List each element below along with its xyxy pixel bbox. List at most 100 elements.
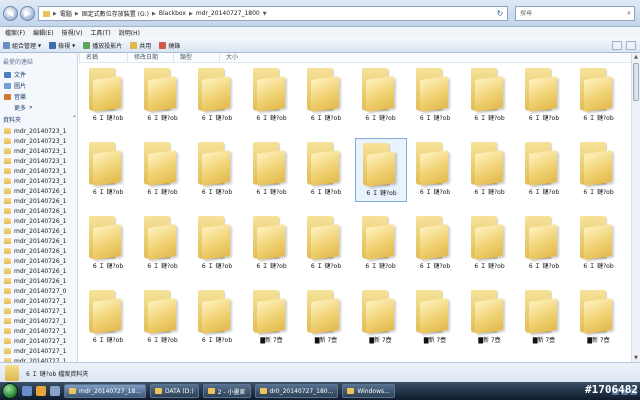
- breadcrumb-drive[interactable]: 固定式數位存放裝置 (G:): [82, 9, 149, 18]
- folder-tile[interactable]: ▇新 7壺: [246, 286, 298, 350]
- tree-item[interactable]: mdr_20140726_1: [4, 276, 66, 286]
- folder-tile[interactable]: ▇新 7壺: [518, 286, 570, 350]
- folder-tile[interactable]: 6 Ｉ 鏈?ob: [464, 138, 516, 202]
- vertical-scrollbar[interactable]: ▲ ▼: [631, 53, 640, 362]
- tree-item[interactable]: mdr_20140727_1: [4, 346, 66, 356]
- folder-tile[interactable]: 6 Ｉ 鏈?ob: [464, 64, 516, 128]
- quicklaunch-browser-icon[interactable]: [36, 386, 46, 396]
- favorite-music[interactable]: 音樂: [4, 92, 26, 101]
- folder-tile[interactable]: 6 Ｉ 鏈?ob: [300, 138, 352, 202]
- tree-item[interactable]: mdr_20140727_1: [4, 326, 66, 336]
- folder-tile[interactable]: 6 Ｉ 鏈?ob: [573, 64, 625, 128]
- folder-tile[interactable]: 6 Ｉ 鏈?ob: [355, 64, 407, 128]
- search-box[interactable]: ⌕: [515, 6, 635, 21]
- folder-tile[interactable]: 6 Ｉ 鏈?ob: [573, 212, 625, 276]
- tree-item[interactable]: mdr_20140726_1: [4, 196, 66, 206]
- folder-tile[interactable]: ▇新 7壺: [355, 286, 407, 350]
- scroll-up-arrow[interactable]: ▲: [632, 53, 640, 61]
- column-type[interactable]: 類型: [173, 52, 219, 63]
- taskbar-button[interactable]: DATA (D:): [150, 384, 199, 398]
- chevron-down-icon[interactable]: ▼: [263, 11, 267, 17]
- tree-item[interactable]: mdr_20140727_1: [4, 306, 66, 316]
- taskbar-button[interactable]: mdr_20140727_18...: [64, 384, 147, 398]
- tree-item[interactable]: mdr_20140727_1: [4, 336, 66, 346]
- tree-item[interactable]: mdr_20140723_1: [4, 176, 66, 186]
- tree-item[interactable]: mdr_20140727_0: [4, 286, 66, 296]
- quicklaunch-desktop-icon[interactable]: [22, 386, 32, 396]
- folder-tile[interactable]: 6 Ｉ 鏈?ob: [137, 286, 189, 350]
- breadcrumb-current[interactable]: mdr_20140727_1800: [196, 10, 260, 17]
- scroll-thumb[interactable]: [633, 63, 639, 101]
- preview-pane-button[interactable]: [612, 40, 622, 50]
- folder-tile[interactable]: 6 Ｉ 鏈?ob: [82, 64, 134, 128]
- menu-tools[interactable]: 工具(T): [90, 28, 110, 37]
- folder-tile[interactable]: 6 Ｉ 鏈?ob: [246, 138, 298, 202]
- column-date-modified[interactable]: 修改日期: [127, 52, 173, 63]
- tree-item[interactable]: mdr_20140723_1: [4, 136, 66, 146]
- breadcrumb-blackbox[interactable]: Blackbox: [159, 10, 186, 17]
- tree-item[interactable]: mdr_20140727_1: [4, 296, 66, 306]
- help-button[interactable]: [626, 40, 636, 50]
- folder-tile[interactable]: 6 Ｉ 鏈?ob: [300, 212, 352, 276]
- folder-tile[interactable]: 6 Ｉ 鏈?ob: [191, 64, 243, 128]
- tree-item[interactable]: mdr_20140723_1: [4, 156, 66, 166]
- folders-header[interactable]: 資料夾 ⌃: [3, 115, 77, 124]
- tree-item[interactable]: mdr_20140723_1: [4, 126, 66, 136]
- folder-tile[interactable]: 6 Ｉ 鏈?ob: [518, 64, 570, 128]
- tree-item[interactable]: mdr_20140726_1: [4, 206, 66, 216]
- tree-item[interactable]: mdr_20140726_1: [4, 256, 66, 266]
- breadcrumb-computer[interactable]: 電腦: [60, 9, 72, 18]
- menu-edit[interactable]: 編輯(E): [33, 28, 53, 37]
- tree-item[interactable]: mdr_20140726_1: [4, 216, 66, 226]
- column-name[interactable]: 名稱: [79, 52, 127, 63]
- folder-tile[interactable]: 6 Ｉ 鏈?ob: [409, 212, 461, 276]
- folder-tile[interactable]: ▇新 7壺: [573, 286, 625, 350]
- folder-tile[interactable]: 6 Ｉ 鏈?ob: [518, 212, 570, 276]
- folder-tile[interactable]: 6 Ｉ 鏈?ob: [82, 212, 134, 276]
- quicklaunch-explorer-icon[interactable]: [50, 386, 60, 396]
- column-size[interactable]: 大小: [219, 52, 265, 63]
- share-button[interactable]: 共用: [130, 41, 151, 50]
- folder-tile[interactable]: 6 Ｉ 鏈?ob: [464, 212, 516, 276]
- folder-tile[interactable]: 6 Ｉ 鏈?ob: [137, 64, 189, 128]
- folder-tile[interactable]: 6 Ｉ 鏈?ob: [191, 138, 243, 202]
- tree-item[interactable]: mdr_20140723_1: [4, 166, 66, 176]
- tree-item[interactable]: mdr_20140726_1: [4, 246, 66, 256]
- menu-file[interactable]: 檔案(F): [5, 28, 25, 37]
- tree-item[interactable]: mdr_20140723_1: [4, 146, 66, 156]
- folder-tile[interactable]: 6 Ｉ 鏈?ob: [518, 138, 570, 202]
- folder-tile[interactable]: 6 Ｉ 鏈?ob: [355, 212, 407, 276]
- folder-tile[interactable]: 6 Ｉ 鏈?ob: [409, 138, 461, 202]
- folder-tile[interactable]: 6 Ｉ 鏈?ob: [191, 286, 243, 350]
- folder-tile[interactable]: 6 Ｉ 鏈?ob: [573, 138, 625, 202]
- tree-item[interactable]: mdr_20140727_1: [4, 316, 66, 326]
- menu-help[interactable]: 說明(H): [119, 28, 140, 37]
- folder-tile[interactable]: 6 Ｉ 鏈?ob: [82, 286, 134, 350]
- folder-tile[interactable]: ▇新 7壺: [409, 286, 461, 350]
- address-field[interactable]: ▶ 電腦 ▶ 固定式數位存放裝置 (G:) ▶ Blackbox ▶ mdr_2…: [38, 6, 508, 21]
- organize-button[interactable]: 組合管理 ▼: [3, 41, 41, 50]
- more-favorites-link[interactable]: 更多 »: [4, 103, 33, 112]
- folder-tile[interactable]: ▇新 7壺: [464, 286, 516, 350]
- back-button[interactable]: ◀: [3, 6, 18, 21]
- refresh-icon[interactable]: ↻: [493, 9, 507, 18]
- folder-tile[interactable]: 6 Ｉ 鏈?ob: [354, 138, 407, 202]
- favorite-documents[interactable]: 文件: [4, 70, 26, 79]
- folder-tile[interactable]: 6 Ｉ 鏈?ob: [246, 64, 298, 128]
- folder-tile[interactable]: 6 Ｉ 鏈?ob: [246, 212, 298, 276]
- search-input[interactable]: [520, 10, 600, 17]
- folder-tile[interactable]: 6 Ｉ 鏈?ob: [82, 138, 134, 202]
- tree-item[interactable]: mdr_20140726_1: [4, 236, 66, 246]
- search-icon[interactable]: ⌕: [627, 9, 631, 18]
- forward-button[interactable]: ▶: [20, 6, 35, 21]
- tree-item[interactable]: mdr_20140726_1: [4, 226, 66, 236]
- views-button[interactable]: 檢視 ▼: [49, 41, 75, 50]
- scroll-down-arrow[interactable]: ▼: [632, 354, 640, 362]
- tree-item[interactable]: mdr_20140726_1: [4, 266, 66, 276]
- folder-tile[interactable]: 6 Ｉ 鏈?ob: [409, 64, 461, 128]
- folder-tile[interactable]: 6 Ｉ 鏈?ob: [137, 138, 189, 202]
- tree-item[interactable]: mdr_20140726_1: [4, 186, 66, 196]
- menu-view[interactable]: 檢視(V): [62, 28, 83, 37]
- folder-tile[interactable]: 6 Ｉ 鏈?ob: [137, 212, 189, 276]
- folder-tile[interactable]: ▇新 7壺: [300, 286, 352, 350]
